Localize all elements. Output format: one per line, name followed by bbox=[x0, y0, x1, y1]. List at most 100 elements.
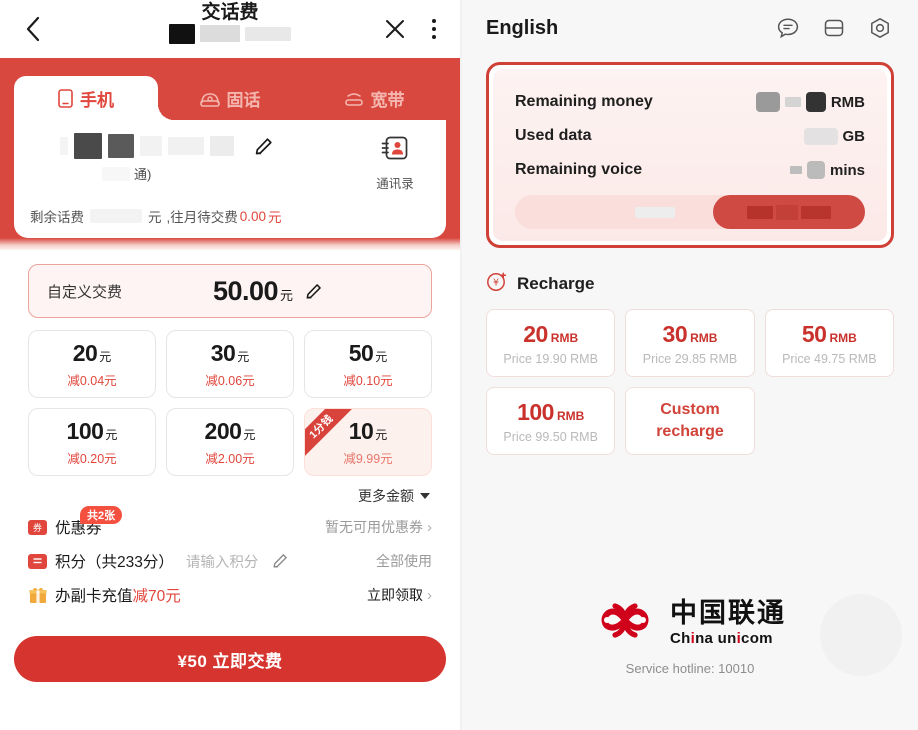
custom-recharge-label: Custom recharge bbox=[656, 401, 724, 440]
account-subline: 通) bbox=[60, 164, 360, 183]
amount-option-promo[interactable]: 1分钱 10 元 减9.99元 bbox=[304, 408, 432, 476]
amount-unit: 元 bbox=[243, 427, 256, 442]
custom-pay-unit: 元 bbox=[280, 287, 294, 303]
gradient-spacer bbox=[0, 238, 460, 250]
summary-label: Used data bbox=[515, 127, 592, 144]
amount-discount: 减0.10元 bbox=[343, 373, 393, 388]
summary-value: mins bbox=[789, 161, 865, 179]
redacted-phone-number bbox=[60, 133, 360, 159]
subcard-label: 办副卡充值减70元 bbox=[55, 584, 181, 606]
gift-icon bbox=[28, 587, 47, 603]
summary-unit: mins bbox=[829, 161, 865, 179]
chat-icon[interactable] bbox=[776, 16, 800, 40]
recharge-grid: 20 RMB Price 19.90 RMB 30 RMB Price 29.85 … bbox=[486, 309, 894, 455]
more-vertical-icon[interactable] bbox=[424, 14, 444, 44]
more-amount-button[interactable]: 更多金额 bbox=[28, 476, 432, 510]
recharge-option[interactable]: 50 RMB Price 49.75 RMB bbox=[764, 309, 894, 377]
summary-bar-redacted-text bbox=[635, 206, 675, 218]
contacts-button[interactable]: 通讯录 bbox=[360, 134, 430, 192]
left-navbar: 交话费 bbox=[0, 0, 460, 58]
right-navbar: English bbox=[462, 0, 918, 56]
recharge-option[interactable]: 30 RMB Price 29.85 RMB bbox=[625, 309, 755, 377]
summary-action-bar bbox=[515, 195, 865, 229]
balance-unit: 元 bbox=[148, 210, 162, 225]
summary-row-remaining-money: Remaining money RMB bbox=[515, 85, 865, 119]
subcard-promo-row[interactable]: 办副卡充值减70元 立即领取 › bbox=[28, 578, 432, 612]
pencil-icon[interactable] bbox=[272, 553, 288, 569]
amount-selection-card: 自定义交费 50.00 元 20 元 减0.04元 30 元 减0.06元 50… bbox=[14, 250, 446, 622]
brand-row: 中国联通 China unicom bbox=[594, 594, 786, 651]
summary-label: Remaining money bbox=[515, 93, 653, 110]
split-screen-icon[interactable] bbox=[822, 16, 846, 40]
summary-row-remaining-voice: Remaining voice mins bbox=[515, 153, 865, 187]
tab-broadband-label: 宽带 bbox=[370, 90, 405, 110]
brand-text: 中国联通 China unicom bbox=[670, 597, 786, 646]
china-unicom-logo bbox=[594, 594, 656, 651]
pencil-icon[interactable] bbox=[305, 283, 322, 300]
amount-unit: 元 bbox=[237, 349, 250, 364]
amount-value: 30 bbox=[210, 339, 236, 366]
custom-pay-value-wrap: 50.00 元 bbox=[122, 276, 413, 307]
amount-option[interactable]: 100 元 减0.20元 bbox=[28, 408, 156, 476]
amount-option[interactable]: 20 元 减0.04元 bbox=[28, 330, 156, 398]
recharge-value: 20 bbox=[523, 320, 548, 347]
tab-broadband[interactable]: 宽带 bbox=[302, 76, 446, 120]
points-input[interactable]: 请输入积分 bbox=[186, 551, 259, 572]
summary-label: Remaining voice bbox=[515, 161, 643, 178]
subcard-label-discount: 减70元 bbox=[132, 588, 181, 605]
custom-recharge-option[interactable]: Custom recharge bbox=[625, 387, 755, 455]
dual-screenshot-stage: 交话费 手机 固话 宽带 通) 通讯录 剩余话费 元 ,往月待交费 0.00 元… bbox=[0, 0, 918, 730]
close-icon[interactable] bbox=[380, 14, 410, 44]
tab-landline-label: 固话 bbox=[226, 90, 261, 110]
balance-mid: ,往月待交费 bbox=[166, 210, 238, 225]
recharge-title: Recharge bbox=[517, 273, 595, 293]
coupon-icon-glyph: 券 bbox=[32, 522, 42, 533]
contacts-card-icon bbox=[381, 134, 409, 167]
right-phone-screen: English Remaining money RMB Used data GB… bbox=[462, 0, 918, 730]
language-title: English bbox=[486, 16, 559, 39]
custom-pay-field[interactable]: 自定义交费 50.00 元 bbox=[28, 264, 432, 318]
account-identity: 通) bbox=[30, 133, 360, 183]
pay-now-button[interactable]: ¥50 立即交费 bbox=[14, 636, 446, 682]
amount-option[interactable]: 200 元 减2.00元 bbox=[166, 408, 294, 476]
amount-unit: 元 bbox=[105, 427, 118, 442]
coupon-icon: 券 bbox=[28, 519, 47, 535]
svg-text:¥: ¥ bbox=[493, 278, 499, 289]
amount-option[interactable]: 30 元 减0.06元 bbox=[166, 330, 294, 398]
balance-line: 剩余话费 元 ,往月待交费 0.00 元 bbox=[30, 206, 430, 226]
coupon-count-badge: 共2张 bbox=[80, 506, 123, 524]
amount-unit: 元 bbox=[99, 349, 112, 364]
tab-landline[interactable]: 固话 bbox=[158, 76, 302, 120]
summary-bar-button[interactable] bbox=[713, 195, 865, 229]
recharge-value: 50 bbox=[801, 320, 827, 347]
balance-prefix: 剩余话费 bbox=[30, 210, 84, 225]
brand-footer: 中国联通 China unicom Service hotline: 10010 bbox=[462, 594, 918, 676]
right-navbar-actions bbox=[776, 16, 892, 40]
amount-option[interactable]: 50 元 减0.10元 bbox=[304, 330, 432, 398]
card-bottom-filler bbox=[14, 682, 446, 696]
points-use-all[interactable]: 全部使用 bbox=[376, 551, 432, 571]
tab-mobile[interactable]: 手机 bbox=[14, 76, 174, 120]
points-label: 积分（共233分） bbox=[55, 554, 174, 571]
account-card-wrap: 通) 通讯录 剩余话费 元 ,往月待交费 0.00 元 bbox=[0, 120, 460, 238]
subcard-action[interactable]: 立即领取 › bbox=[367, 585, 432, 605]
broadband-icon bbox=[344, 90, 364, 107]
points-row[interactable]: 积分（共233分） 请输入积分 全部使用 bbox=[28, 544, 432, 578]
amount-value: 50 bbox=[348, 339, 374, 366]
coupon-status-wrap: 暂无可用优惠券 › bbox=[325, 517, 432, 537]
settings-hex-icon[interactable] bbox=[868, 16, 892, 40]
account-summary-card: Remaining money RMB Used data GB Remaini… bbox=[486, 62, 894, 248]
pencil-icon[interactable] bbox=[254, 137, 273, 156]
chevron-left-icon[interactable] bbox=[16, 12, 50, 46]
contacts-label: 通讯录 bbox=[376, 177, 414, 191]
brand-name-cn: 中国联通 bbox=[670, 597, 786, 628]
chevron-right-icon: › bbox=[427, 518, 432, 536]
amount-value: 20 bbox=[72, 339, 98, 366]
recharge-option[interactable]: 100 RMB Price 99.50 RMB bbox=[486, 387, 616, 455]
recharge-unit: RMB bbox=[550, 330, 579, 345]
recharge-section-header: ¥ Recharge bbox=[486, 270, 894, 297]
coupon-row[interactable]: 券 优惠券 共2张 暂无可用优惠券 › bbox=[28, 506, 432, 544]
recharge-value: 30 bbox=[662, 320, 688, 347]
recharge-unit: RMB bbox=[829, 330, 857, 345]
recharge-option[interactable]: 20 RMB Price 19.90 RMB bbox=[486, 309, 616, 377]
